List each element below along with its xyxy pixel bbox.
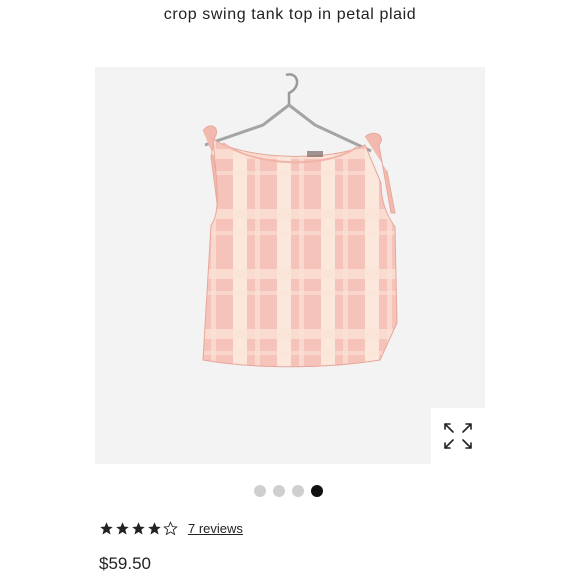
- gallery-dot-1[interactable]: [254, 485, 266, 497]
- expand-image-button[interactable]: [431, 408, 485, 464]
- expand-arrows-icon: [444, 423, 472, 449]
- product-photo[interactable]: [95, 67, 485, 464]
- filled-star-icon: [148, 522, 161, 535]
- product-price: $59.50: [99, 554, 151, 573]
- gallery-pagination: [254, 485, 323, 497]
- gallery-dot-2[interactable]: [273, 485, 285, 497]
- rating-row: 7 reviews: [99, 521, 243, 536]
- star-rating: [99, 521, 178, 536]
- gallery-dot-3[interactable]: [292, 485, 304, 497]
- product-title: crop swing tank top in petal plaid: [163, 6, 417, 23]
- empty-star-icon: [163, 521, 178, 536]
- filled-star-icon: [116, 522, 129, 535]
- filled-star-icon: [132, 522, 145, 535]
- product-page: crop swing tank top in petal plaid 7 rev…: [0, 0, 580, 580]
- product-image-gallery[interactable]: [95, 67, 485, 464]
- filled-star-icon: [100, 522, 113, 535]
- gallery-dot-4[interactable]: [311, 485, 323, 497]
- reviews-link[interactable]: 7 reviews: [188, 521, 243, 536]
